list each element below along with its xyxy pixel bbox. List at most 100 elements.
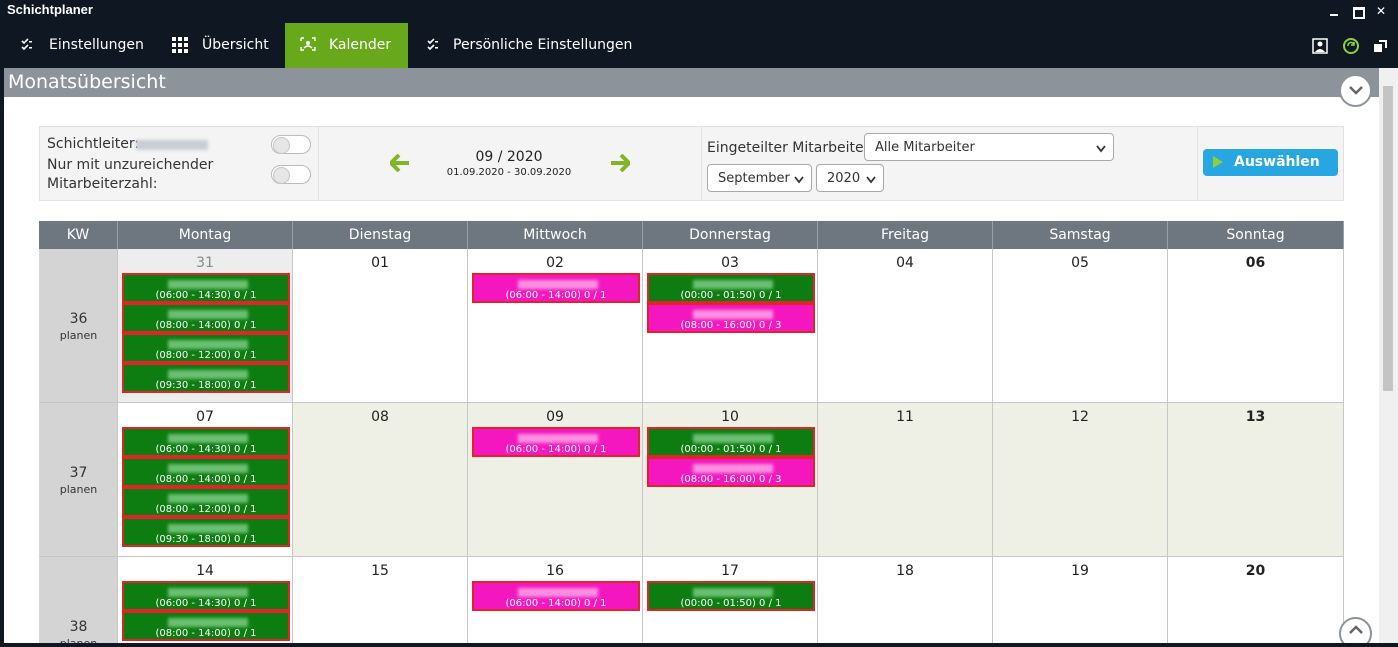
user-badge-icon[interactable] (1312, 38, 1328, 54)
day-cell[interactable]: 14 (06:00 - 14:30) 0 / 1 (08:00 - 14:00) 0… (118, 557, 293, 643)
day-number: 20 (1245, 563, 1266, 579)
shift-block[interactable]: (06:00 - 14:30) 0 / 1 (122, 273, 290, 303)
app-window: Schichtplaner ✕ Einstellungen Übersicht … (0, 0, 1398, 647)
header-montag: Montag (118, 221, 293, 249)
restore-window-icon[interactable] (1373, 38, 1389, 54)
shift-block[interactable]: (06:00 - 14:00) 0 / 1 (472, 273, 640, 303)
shift-block[interactable]: (08:00 - 14:00) 0 / 1 (122, 457, 290, 487)
day-cell[interactable]: 31 (06:00 - 14:30) 0 / 1 (08:00 - 14:00) 0… (118, 249, 293, 403)
header-donnerstag: Donnerstag (643, 221, 818, 249)
shift-block[interactable]: (08:00 - 16:00) 0 / 3 (647, 303, 815, 333)
header-kw: KW (39, 221, 118, 249)
shift-block[interactable]: (00:00 - 01:50) 0 / 1 (647, 273, 815, 303)
select-button[interactable]: Auswählen (1203, 149, 1338, 176)
nav-label: Einstellungen (49, 37, 144, 53)
header-sonntag: Sonntag (1168, 221, 1344, 249)
week-cell[interactable]: 37 planen (39, 403, 118, 557)
day-cell[interactable]: 16 (06:00 - 14:00) 0 / 1 (468, 557, 643, 643)
week-number: 38 (69, 619, 88, 635)
day-cell[interactable]: 20 (1168, 557, 1344, 643)
shift-name-redacted (693, 434, 773, 443)
vertical-scrollbar[interactable] (1379, 68, 1398, 643)
calendar-icon (300, 37, 316, 55)
period-range: 01.09.2020 - 30.09.2020 (446, 167, 572, 178)
refresh-icon[interactable] (1343, 38, 1359, 54)
shift-name-redacted (168, 494, 248, 503)
month-select-value: September (718, 171, 790, 186)
header-mittwoch: Mittwoch (468, 221, 643, 249)
close-button[interactable]: ✕ (1373, 3, 1389, 19)
day-cell[interactable]: 10 (00:00 - 01:50) 0 / 1 (08:00 - 16:00) 0… (643, 403, 818, 557)
employee-select[interactable]: Alle Mitarbeiter (864, 133, 1114, 161)
shift-block[interactable]: (06:00 - 14:00) 0 / 1 (472, 427, 640, 457)
day-cell[interactable]: 06 (1168, 249, 1344, 403)
shift-name-redacted (518, 588, 598, 597)
day-cell[interactable]: 19 (993, 557, 1168, 643)
chevron-down-icon (1096, 142, 1106, 157)
week-number: 37 (69, 465, 88, 481)
scrollbar-thumb[interactable] (1383, 86, 1393, 391)
shift-leader-label: Schichtleiter: (47, 136, 140, 152)
day-cell[interactable]: 04 (818, 249, 993, 403)
collapse-button[interactable] (1339, 74, 1372, 107)
maximize-button[interactable] (1349, 3, 1365, 19)
shift-name-redacted (518, 434, 598, 443)
day-cell[interactable]: 13 (1168, 403, 1344, 557)
shift-block[interactable]: (09:30 - 18:00) 0 / 1 (122, 517, 290, 547)
day-cell[interactable]: 08 (293, 403, 468, 557)
week-cell[interactable]: 36 planen (39, 249, 118, 403)
day-number: 06 (1245, 255, 1266, 271)
shift-block[interactable]: (08:00 - 12:00) 0 / 1 (122, 487, 290, 517)
shift-time: (08:00 - 12:00) 0 / 1 (155, 350, 257, 361)
day-cell[interactable]: 03 (00:00 - 01:50) 0 / 1 (08:00 - 16:00) 0… (643, 249, 818, 403)
grid-icon (172, 37, 188, 57)
window-bottom-border (0, 643, 1398, 647)
day-cell[interactable]: 02 (06:00 - 14:00) 0 / 1 (468, 249, 643, 403)
day-cell[interactable]: 01 (293, 249, 468, 403)
prev-month-arrow-icon[interactable] (389, 153, 410, 176)
next-month-arrow-icon[interactable] (610, 153, 631, 176)
day-cell[interactable]: 17 (00:00 - 01:50) 0 / 1 (643, 557, 818, 643)
nav-item-einstellungen[interactable]: Einstellungen (0, 23, 156, 68)
chevron-up-icon (1349, 625, 1363, 634)
chevron-down-icon (1349, 86, 1363, 95)
minimize-button[interactable] (1326, 3, 1342, 19)
year-select[interactable]: 2020 (816, 164, 884, 192)
shift-leader-toggle[interactable] (271, 135, 311, 154)
plan-week-link[interactable]: planen (39, 483, 118, 496)
insufficient-staff-toggle[interactable] (271, 165, 311, 184)
shift-block[interactable]: (00:00 - 01:50) 0 / 1 (647, 581, 815, 611)
day-cell[interactable]: 12 (993, 403, 1168, 557)
shift-block[interactable]: (06:00 - 14:00) 0 / 1 (472, 581, 640, 611)
day-cell[interactable]: 07 (06:00 - 14:30) 0 / 1 (08:00 - 14:00) 0… (118, 403, 293, 557)
shift-block[interactable]: (06:00 - 14:30) 0 / 1 (122, 581, 290, 611)
shift-block[interactable]: (08:00 - 16:00) 0 / 3 (647, 457, 815, 487)
plan-week-link[interactable]: planen (39, 329, 118, 342)
shift-block[interactable]: (08:00 - 12:00) 0 / 1 (122, 333, 290, 363)
week-number: 36 (69, 311, 88, 327)
shift-leader-name-redacted (136, 140, 208, 150)
day-cell[interactable]: 11 (818, 403, 993, 557)
month-select[interactable]: September (707, 164, 812, 192)
nav-item-kalender[interactable]: Kalender (285, 23, 408, 68)
shift-block[interactable]: (09:30 - 18:00) 0 / 1 (122, 363, 290, 393)
day-cell[interactable]: 15 (293, 557, 468, 643)
day-cell[interactable]: 09 (06:00 - 14:00) 0 / 1 (468, 403, 643, 557)
shift-block[interactable]: (08:00 - 14:00) 0 / 1 (122, 303, 290, 333)
shift-name-redacted (168, 464, 248, 473)
shift-block[interactable]: (06:00 - 14:30) 0 / 1 (122, 427, 290, 457)
week-cell[interactable]: 38planen (39, 557, 118, 643)
shift-time: (08:00 - 16:00) 0 / 3 (680, 474, 782, 485)
shift-block[interactable]: (00:00 - 01:50) 0 / 1 (647, 427, 815, 457)
nav-item-uebersicht[interactable]: Übersicht (156, 23, 285, 68)
nav-item-persoenliche-einstellungen[interactable]: Persönliche Einstellungen (408, 23, 643, 68)
shift-block[interactable]: (08:00 - 14:00) 0 / 1 (122, 611, 290, 641)
shift-time: (06:00 - 14:30) 0 / 1 (155, 444, 257, 455)
shift-name-redacted (168, 340, 248, 349)
day-cell[interactable]: 05 (993, 249, 1168, 403)
shift-name-redacted (693, 588, 773, 597)
main-nav: Einstellungen Übersicht Kalender Persönl… (0, 23, 1398, 68)
day-number: 07 (196, 409, 214, 425)
day-number: 16 (546, 563, 564, 579)
day-cell[interactable]: 18 (818, 557, 993, 643)
